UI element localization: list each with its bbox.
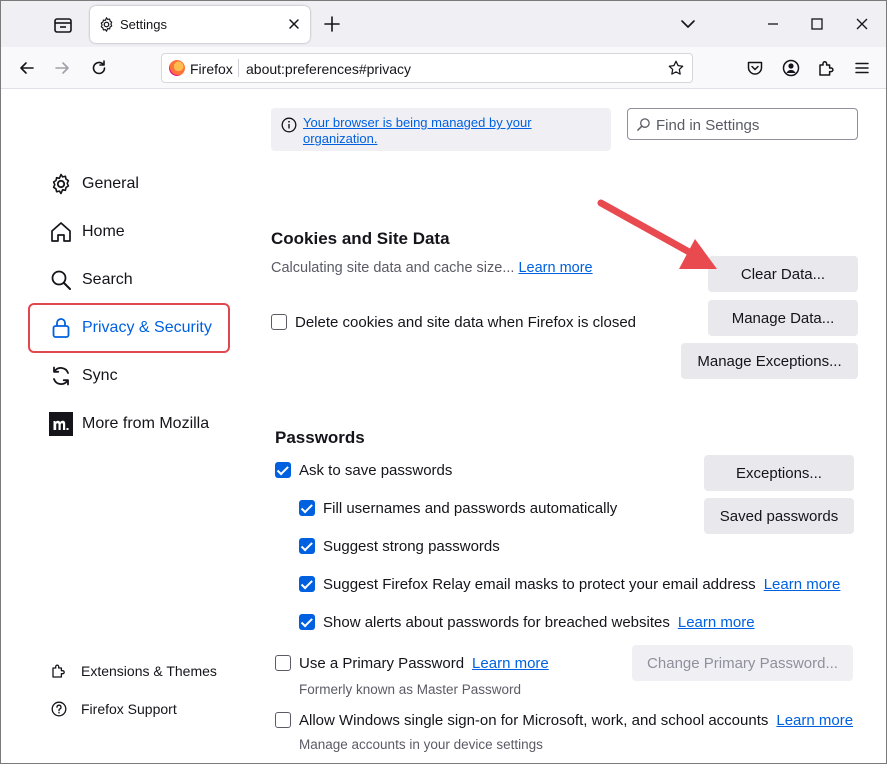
sidebar-item-label: Search [82, 271, 133, 288]
account-icon[interactable] [781, 58, 801, 78]
passwords-section-title: Passwords [275, 428, 365, 447]
preferences-content: Your browser is being managed by your or… [1, 89, 886, 763]
gear-icon [52, 173, 70, 195]
lock-icon [52, 318, 70, 338]
windows-sso-label: Allow Windows single sign-on for Microso… [299, 711, 769, 729]
bookmark-star-icon[interactable] [667, 59, 685, 77]
relay-masks-checkbox[interactable] [299, 576, 315, 592]
manage-exceptions-button[interactable]: Manage Exceptions... [681, 343, 858, 379]
manage-data-button[interactable]: Manage Data... [708, 300, 858, 336]
sidebar-item-extensions-themes[interactable]: Extensions & Themes [51, 661, 217, 681]
windows-sso-learn-more-link[interactable]: Learn more [776, 712, 853, 729]
autofill-passwords-label: Fill usernames and passwords automatical… [323, 499, 618, 517]
find-in-settings-input[interactable]: Find in Settings [627, 108, 858, 140]
minimize-icon[interactable] [764, 15, 782, 33]
windows-sso-note: Manage accounts in your device settings [299, 737, 543, 752]
sidebar-item-label: Sync [82, 367, 118, 384]
sidebar-footer-label: Extensions & Themes [81, 663, 217, 679]
change-primary-password-button[interactable]: Change Primary Password... [632, 645, 853, 681]
help-icon [51, 701, 67, 717]
search-icon [51, 270, 71, 290]
cookies-status-text: Calculating site data and cache size... [271, 260, 515, 276]
saved-passwords-button[interactable]: Saved passwords [704, 498, 854, 534]
primary-password-checkbox[interactable] [275, 655, 291, 671]
tab-title: Settings [120, 17, 167, 32]
cookies-section-title: Cookies and Site Data [271, 229, 450, 248]
breach-alerts-label: Show alerts about passwords for breached… [323, 613, 670, 631]
relay-masks-label: Suggest Firefox Relay email masks to pro… [323, 575, 756, 593]
close-tab-icon[interactable] [286, 16, 302, 32]
suggest-strong-passwords-checkbox[interactable] [299, 538, 315, 554]
url-text[interactable]: about:preferences#privacy [246, 61, 411, 77]
home-icon [51, 222, 71, 242]
browser-window: Settings Firefox about:preferences#priva… [0, 0, 887, 764]
delete-cookies-on-close-row[interactable]: Delete cookies and site data when Firefo… [271, 312, 636, 332]
sidebar-item-label: Privacy & Security [82, 319, 212, 336]
identity-label: Firefox [190, 61, 233, 77]
tab-settings[interactable]: Settings [90, 6, 310, 43]
autofill-passwords-row[interactable]: Fill usernames and passwords automatical… [299, 498, 617, 518]
sidebar-item-more-from-mozilla[interactable]: More from Mozilla [49, 411, 209, 437]
navigation-toolbar: Firefox about:preferences#privacy [1, 47, 886, 89]
relay-learn-more-link[interactable]: Learn more [764, 576, 841, 593]
ask-save-passwords-label: Ask to save passwords [299, 461, 453, 479]
breach-alerts-learn-more-link[interactable]: Learn more [678, 614, 755, 631]
chevron-down-icon[interactable] [679, 15, 697, 33]
windows-sso-checkbox[interactable] [275, 712, 291, 728]
sidebar-item-home[interactable]: Home [49, 219, 125, 245]
primary-password-label: Use a Primary Password [299, 654, 465, 672]
annotation-arrow-icon [597, 199, 717, 269]
menu-icon[interactable] [852, 58, 872, 78]
delete-cookies-label: Delete cookies and site data when Firefo… [295, 313, 637, 331]
delete-cookies-checkbox[interactable] [271, 314, 287, 330]
ask-save-passwords-checkbox[interactable] [275, 462, 291, 478]
pocket-icon[interactable] [745, 58, 765, 78]
gear-icon [100, 17, 113, 32]
breach-alerts-checkbox[interactable] [299, 614, 315, 630]
search-icon [637, 118, 650, 131]
list-all-tabs-icon[interactable] [51, 13, 75, 37]
ask-save-passwords-row[interactable]: Ask to save passwords [275, 460, 452, 480]
managed-policy-link[interactable]: Your browser is being managed by your or… [303, 115, 593, 147]
primary-password-row[interactable]: Use a Primary Password Learn more [275, 653, 549, 673]
windows-sso-row[interactable]: Allow Windows single sign-on for Microso… [275, 710, 853, 730]
extensions-icon[interactable] [816, 58, 836, 78]
address-bar[interactable]: Firefox about:preferences#privacy [161, 53, 693, 83]
sidebar-item-label: More from Mozilla [82, 415, 210, 432]
sync-icon [53, 366, 69, 386]
managed-policy-notice: Your browser is being managed by your or… [271, 108, 611, 151]
suggest-strong-passwords-label: Suggest strong passwords [323, 537, 500, 555]
password-exceptions-button[interactable]: Exceptions... [704, 455, 854, 491]
sidebar-item-search[interactable]: Search [49, 267, 133, 293]
sidebar-footer-label: Firefox Support [81, 701, 177, 717]
primary-password-learn-more-link[interactable]: Learn more [472, 655, 549, 672]
cookies-learn-more-link[interactable]: Learn more [518, 260, 592, 276]
sidebar-item-privacy-security[interactable]: Privacy & Security [49, 315, 212, 341]
info-icon [281, 117, 297, 133]
breach-alerts-row[interactable]: Show alerts about passwords for breached… [299, 612, 755, 632]
firefox-logo-icon [169, 60, 185, 76]
maximize-icon[interactable] [808, 15, 826, 33]
close-window-icon[interactable] [853, 15, 871, 33]
autofill-passwords-checkbox[interactable] [299, 500, 315, 516]
suggest-strong-passwords-row[interactable]: Suggest strong passwords [299, 536, 500, 556]
mozilla-icon [49, 412, 73, 436]
reload-icon[interactable] [89, 58, 109, 78]
sidebar-item-sync[interactable]: Sync [49, 363, 118, 389]
cookies-status: Calculating site data and cache size... … [271, 260, 593, 276]
tab-strip: Settings [1, 1, 886, 47]
forward-icon[interactable] [52, 58, 72, 78]
puzzle-icon [52, 664, 65, 678]
primary-password-note: Formerly known as Master Password [299, 682, 522, 697]
sidebar-item-general[interactable]: General [49, 171, 139, 197]
new-tab-icon[interactable] [323, 15, 341, 33]
sidebar-item-label: General [82, 175, 139, 192]
back-icon[interactable] [17, 58, 37, 78]
sidebar-item-label: Home [82, 223, 125, 240]
url-separator [238, 59, 239, 77]
sidebar-item-firefox-support[interactable]: Firefox Support [51, 699, 177, 719]
find-placeholder: Find in Settings [656, 117, 760, 134]
relay-masks-row[interactable]: Suggest Firefox Relay email masks to pro… [299, 574, 840, 594]
